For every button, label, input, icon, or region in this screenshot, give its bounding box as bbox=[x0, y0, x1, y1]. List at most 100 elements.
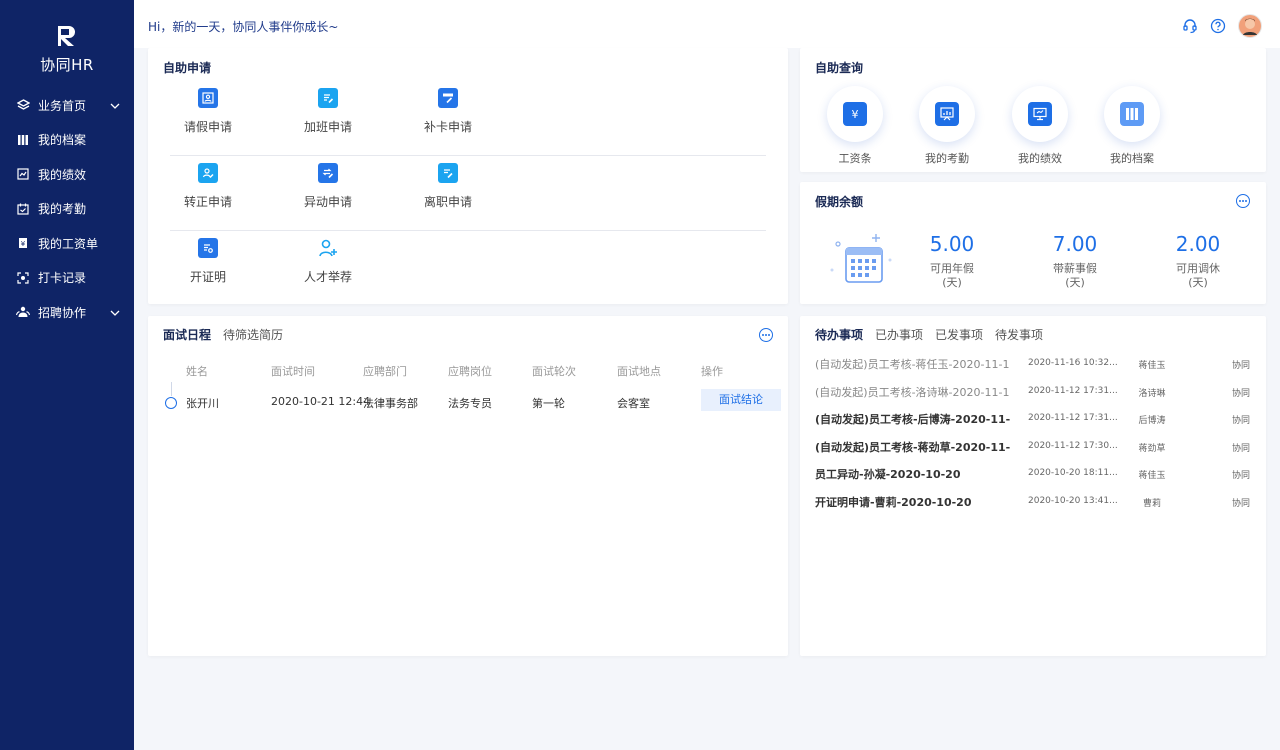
leave-label: 可用调休 (天) bbox=[1143, 262, 1253, 290]
query-item-performance[interactable]: 我的绩效 bbox=[1000, 86, 1080, 166]
query-label: 工资条 bbox=[838, 152, 872, 165]
timeline-dot-icon bbox=[165, 397, 177, 409]
todo-row[interactable]: 开证明申请-曹莉-2020-10-20 2020-10-20 13:41... … bbox=[800, 492, 1266, 520]
apply-row: 请假申请 加班申请 补卡申请 bbox=[148, 84, 788, 159]
interview-table: 姓名 面试时间 应聘部门 应聘岗位 面试轮次 面试地点 操作 张开川 2020-… bbox=[148, 356, 788, 416]
interview-round: 第一轮 bbox=[532, 397, 565, 410]
todo-org: 协同 bbox=[1232, 416, 1251, 426]
sidebar-item-clock-records[interactable]: 打卡记录 bbox=[0, 261, 134, 296]
sidebar-item-attendance[interactable]: 我的考勤 bbox=[0, 192, 134, 227]
todo-time: 2020-11-12 17:30... bbox=[1028, 440, 1118, 451]
column-header: 姓名 bbox=[186, 365, 208, 378]
payslip-icon: ¥ bbox=[16, 236, 30, 250]
todo-person: 蒋佳玉 bbox=[1138, 471, 1166, 481]
query-item-payslip[interactable]: ¥ 工资条 bbox=[815, 86, 895, 166]
column-header: 操作 bbox=[701, 365, 723, 378]
apply-item-resignation[interactable]: 离职申请 bbox=[388, 159, 508, 210]
sidebar-item-recruitment[interactable]: 招聘协作 bbox=[0, 295, 134, 330]
todo-row[interactable]: (自动发起)员工考核-蒋任玉-2020-11-12 2020-11-16 10:… bbox=[800, 354, 1266, 382]
person-edit-icon bbox=[198, 163, 218, 183]
column-header: 面试轮次 bbox=[532, 365, 576, 378]
todo-row[interactable]: 员工异动-孙凝-2020-10-20 2020-10-20 18:11... 蒋… bbox=[800, 464, 1266, 492]
todo-title: (自动发起)员工考核-蒋任玉-2020-11-12 bbox=[815, 358, 1010, 371]
todo-card: 待办事项 已办事项 已发事项 待发事项 (自动发起)员工考核-蒋任玉-2020-… bbox=[800, 316, 1266, 656]
sidebar-item-payslip[interactable]: ¥ 我的工资单 bbox=[0, 226, 134, 261]
svg-text:¥: ¥ bbox=[852, 108, 859, 121]
apply-item-regularization[interactable]: 转正申请 bbox=[148, 159, 268, 210]
sidebar-item-performance[interactable]: 我的绩效 bbox=[0, 157, 134, 192]
sidebar-item-label: 我的档案 bbox=[38, 133, 87, 148]
more-options-button[interactable] bbox=[759, 328, 773, 342]
todo-tabs: 待办事项 已办事项 已发事项 待发事项 bbox=[815, 326, 1043, 343]
tab-todo[interactable]: 待办事项 bbox=[815, 326, 863, 343]
query-icon-circle bbox=[1012, 86, 1068, 142]
chevron-down-icon bbox=[110, 305, 120, 319]
tab-sent[interactable]: 已发事项 bbox=[935, 326, 983, 343]
sidebar-item-archive[interactable]: 我的档案 bbox=[0, 123, 134, 158]
avatar[interactable] bbox=[1238, 14, 1262, 41]
apply-item-leave[interactable]: 请假申请 bbox=[148, 84, 268, 135]
apply-item-overtime[interactable]: 加班申请 bbox=[268, 84, 388, 135]
tab-resume-screening[interactable]: 待筛选简历 bbox=[223, 326, 283, 343]
transfer-edit-icon bbox=[318, 163, 338, 183]
leave-stat-paid: 7.00 带薪事假 (天) bbox=[1020, 232, 1130, 290]
calendar-illustration-icon bbox=[828, 230, 898, 289]
self-apply-card: 自助申请 请假申请 加班申请 补卡申请 转正申请 异动申请 离职申请 开证明 人… bbox=[148, 48, 788, 304]
archive-icon bbox=[16, 133, 30, 147]
todo-title: (自动发起)员工考核-蒋劲草-2020-11-... bbox=[815, 440, 1010, 454]
apply-item-transfer[interactable]: 异动申请 bbox=[268, 159, 388, 210]
query-item-archive[interactable]: 我的档案 bbox=[1092, 86, 1172, 166]
apply-item-label: 人才举荐 bbox=[303, 270, 352, 284]
column-header: 面试时间 bbox=[271, 365, 315, 378]
people-icon bbox=[16, 305, 30, 319]
help-icon[interactable] bbox=[1210, 18, 1226, 37]
leave-stat-annual: 5.00 可用年假 (天) bbox=[897, 232, 1007, 290]
apply-item-certificate[interactable]: 开证明 bbox=[148, 234, 268, 285]
sidebar-item-label: 我的工资单 bbox=[38, 236, 99, 251]
leave-unit: (天) bbox=[1188, 276, 1208, 289]
todo-time: 2020-10-20 18:11... bbox=[1028, 468, 1118, 478]
sidebar-item-home[interactable]: 业务首页 bbox=[0, 88, 134, 123]
todo-time: 2020-11-12 17:31... bbox=[1028, 385, 1118, 396]
customer-service-icon[interactable] bbox=[1182, 18, 1198, 37]
todo-title: 员工异动-孙凝-2020-10-20 bbox=[815, 468, 961, 481]
todo-time: 2020-11-16 10:32... bbox=[1028, 358, 1118, 368]
todo-row[interactable]: (自动发起)员工考核-洛诗琳-2020-11-12 2020-11-12 17:… bbox=[800, 382, 1266, 410]
add-person-icon bbox=[318, 238, 338, 258]
todo-person: 曹莉 bbox=[1142, 498, 1161, 509]
todo-row[interactable]: (自动发起)员工考核-蒋劲草-2020-11-... 2020-11-12 17… bbox=[800, 437, 1266, 465]
leave-unit: (天) bbox=[942, 276, 962, 289]
query-label: 我的考勤 bbox=[925, 152, 969, 165]
interview-card: 面试日程 待筛选简历 姓名 面试时间 应聘部门 应聘岗位 面试轮次 面试地点 操… bbox=[148, 316, 788, 656]
todo-org: 协同 bbox=[1232, 471, 1251, 481]
interview-conclusion-button[interactable]: 面试结论 bbox=[701, 389, 781, 411]
apply-row: 开证明 人才举荐 bbox=[148, 234, 788, 309]
card-title: 自助申请 bbox=[163, 61, 212, 75]
todo-person: 后博涛 bbox=[1138, 416, 1166, 426]
apply-item-label: 加班申请 bbox=[303, 120, 352, 134]
leave-unit: (天) bbox=[1065, 276, 1085, 289]
logo: 协同HR bbox=[0, 24, 134, 75]
main-area: Hi，新的一天，协同人事伴你成长~ 自助申请 请假申请 加班申请 补卡申请 转正… bbox=[134, 0, 1280, 750]
todo-title: (自动发起)员工考核-后博涛-2020-11-... bbox=[815, 413, 1010, 426]
face-scan-icon bbox=[16, 271, 30, 285]
leave-value: 5.00 bbox=[929, 232, 975, 256]
more-options-button[interactable] bbox=[1236, 194, 1250, 208]
query-item-attendance[interactable]: 我的考勤 bbox=[907, 86, 987, 166]
logo-mark-icon bbox=[56, 24, 78, 48]
todo-org: 协同 bbox=[1232, 498, 1251, 509]
todo-row[interactable]: (自动发起)员工考核-后博涛-2020-11-... 2020-11-12 17… bbox=[800, 409, 1266, 437]
sidebar-item-label: 我的考勤 bbox=[38, 202, 87, 217]
tab-to-send[interactable]: 待发事项 bbox=[995, 326, 1043, 343]
sidebar-item-label: 业务首页 bbox=[38, 98, 87, 113]
tab-interview-schedule[interactable]: 面试日程 bbox=[163, 326, 211, 343]
table-row: 张开川 2020-10-21 12:44 法律事务部 法务专员 第一轮 会客室 … bbox=[148, 388, 788, 416]
logo-text: 协同HR bbox=[40, 56, 94, 74]
apply-item-referral[interactable]: 人才举荐 bbox=[268, 234, 388, 285]
todo-list: (自动发起)员工考核-蒋任玉-2020-11-12 2020-11-16 10:… bbox=[800, 354, 1266, 519]
leave-balance-card: 假期余额 5.00 可用年假 (天) 7.00 带薪事假 (天) 2.00 可用调休… bbox=[800, 182, 1266, 304]
tab-done[interactable]: 已办事项 bbox=[875, 326, 923, 343]
column-header: 应聘部门 bbox=[363, 365, 407, 378]
apply-item-card-makeup[interactable]: 补卡申请 bbox=[388, 84, 508, 135]
query-label: 我的档案 bbox=[1110, 152, 1154, 165]
